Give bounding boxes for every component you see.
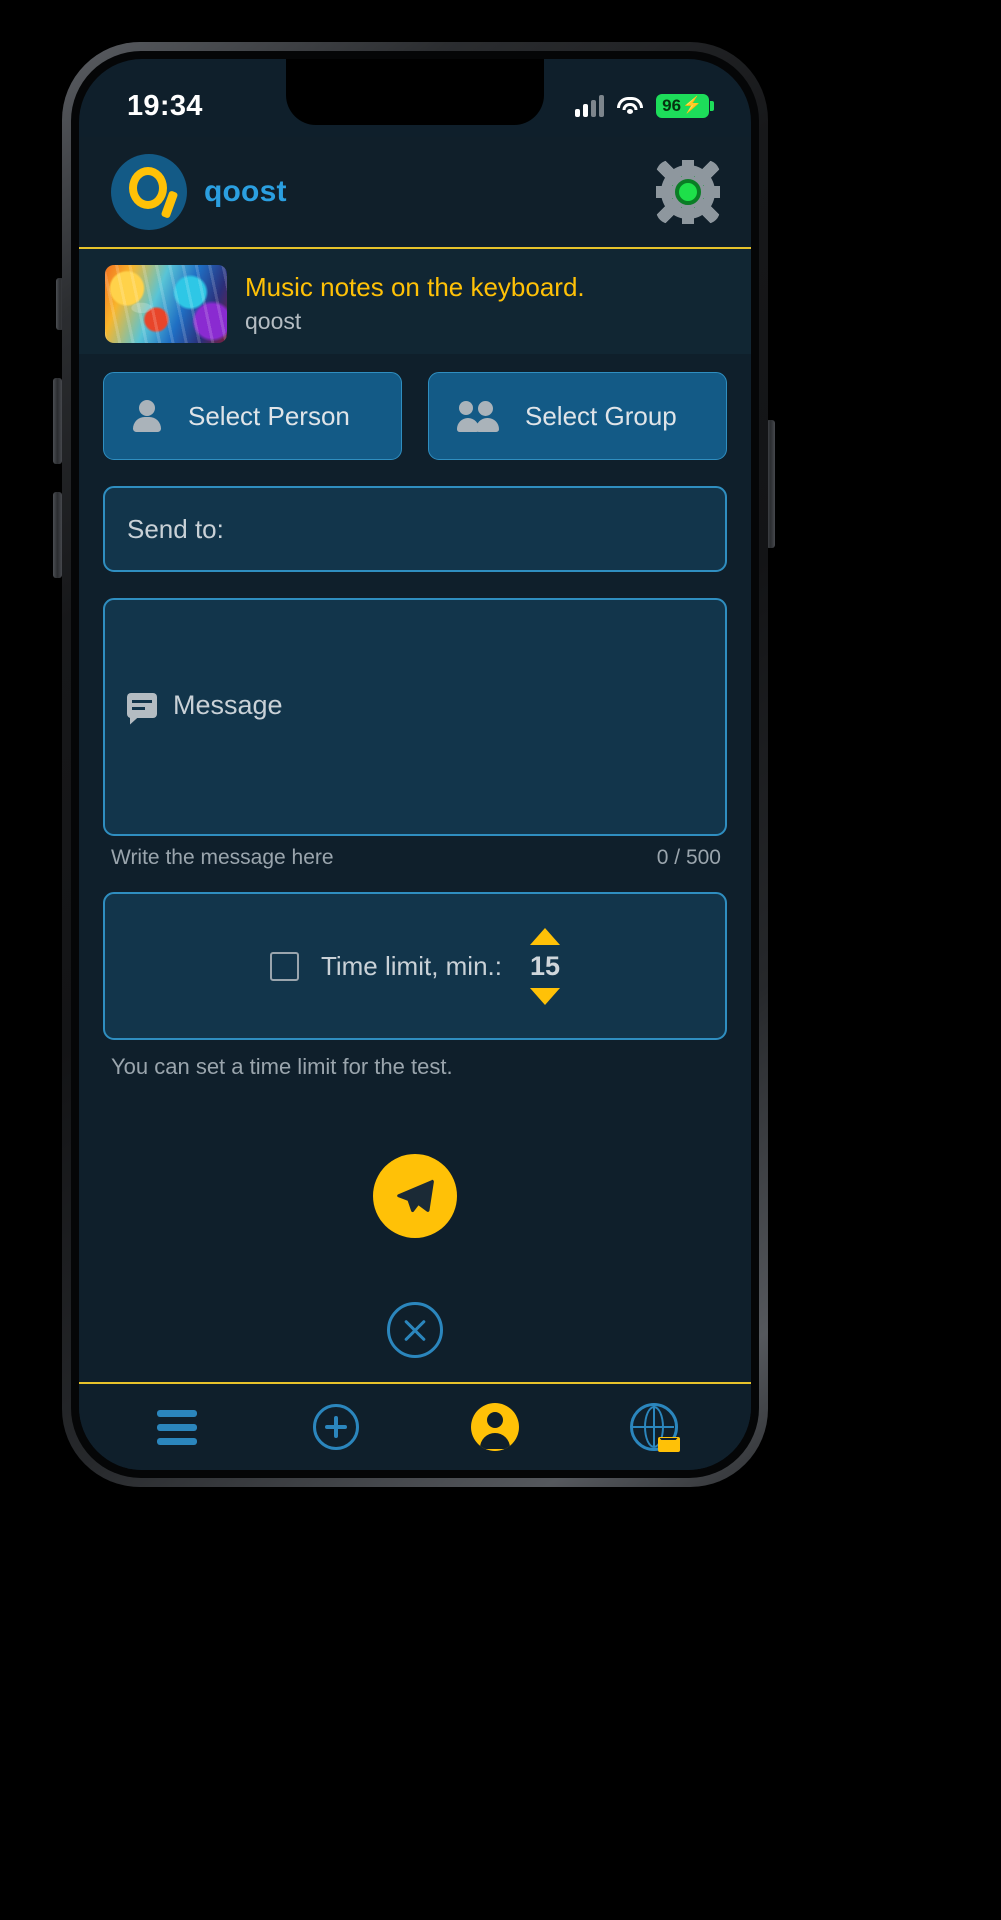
chat-bubble-icon	[127, 692, 157, 718]
cancel-button-wrap	[103, 1302, 727, 1358]
message-helper-text: Write the message here	[111, 846, 334, 869]
triangle-down-icon[interactable]	[530, 987, 561, 1005]
message-counter: 0 / 500	[656, 846, 721, 869]
select-person-label: Select Person	[188, 400, 350, 431]
status-time: 19:34	[127, 89, 203, 122]
profile-avatar-icon	[470, 1403, 519, 1451]
nav-menu-button[interactable]	[141, 1397, 213, 1457]
nav-mail-button[interactable]	[618, 1397, 690, 1457]
phone-notch	[286, 59, 544, 125]
nav-add-button[interactable]	[300, 1397, 372, 1457]
content-card-title: Music notes on the keyboard.	[245, 271, 585, 302]
wifi-icon	[617, 96, 644, 116]
screenshot-root: 19:34 96 ⚡ qoost Music notes on the keyb…	[0, 0, 1001, 1920]
message-input[interactable]: Message	[103, 598, 727, 836]
globe-mail-icon	[629, 1403, 680, 1452]
content-card[interactable]: Music notes on the keyboard. qoost	[79, 249, 751, 359]
time-limit-label: Time limit, min.:	[320, 950, 502, 981]
send-button-wrap	[103, 1154, 727, 1238]
brand[interactable]: qoost	[111, 154, 287, 230]
recipient-buttons-row: Select Person Select Group	[103, 372, 727, 460]
bottom-nav	[79, 1382, 751, 1470]
content-card-wrap: Music notes on the keyboard. qoost	[79, 247, 751, 361]
close-circle-icon[interactable]	[387, 1302, 443, 1358]
send-to-label: Send to:	[127, 513, 224, 544]
battery-indicator: 96 ⚡	[656, 94, 714, 118]
person-icon	[132, 400, 162, 432]
brand-name: qoost	[204, 175, 287, 208]
triangle-up-icon[interactable]	[530, 927, 561, 945]
status-icons: 96 ⚡	[575, 94, 714, 118]
group-icon	[457, 400, 499, 432]
content-card-subtitle: qoost	[245, 308, 302, 335]
select-group-label: Select Group	[525, 400, 677, 431]
select-group-button[interactable]: Select Group	[428, 372, 727, 460]
phone-screen: 19:34 96 ⚡ qoost Music notes on the keyb…	[79, 59, 751, 1470]
qoost-logo-icon	[111, 154, 187, 230]
share-form: Select Person Select Group Send to: Mess…	[79, 354, 751, 1382]
app-header: qoost	[79, 137, 751, 247]
send-to-input[interactable]: Send to:	[103, 486, 727, 572]
content-card-meta: Music notes on the keyboard. qoost	[245, 273, 585, 336]
battery-level: 96	[662, 96, 682, 115]
message-helper-row: Write the message here 0 / 500	[103, 836, 727, 870]
select-person-button[interactable]: Select Person	[103, 372, 402, 460]
plus-circle-icon	[312, 1404, 359, 1450]
message-placeholder: Message	[173, 689, 283, 720]
music-artwork-thumbnail	[105, 265, 227, 343]
hamburger-menu-icon	[156, 1409, 197, 1445]
phone-volume-up-button[interactable]	[53, 378, 62, 464]
time-limit-row[interactable]: Time limit, min.: 15	[103, 892, 727, 1040]
paper-plane-icon	[393, 1174, 437, 1218]
time-limit-checkbox[interactable]	[269, 951, 299, 981]
time-limit-value: 15	[530, 950, 561, 981]
battery-charging-icon: ⚡	[682, 97, 702, 114]
phone-frame: 19:34 96 ⚡ qoost Music notes on the keyb…	[62, 42, 768, 1487]
phone-volume-down-button[interactable]	[53, 492, 62, 578]
signal-bars-icon	[575, 95, 605, 117]
time-limit-stepper[interactable]: 15	[530, 927, 561, 1005]
time-limit-note: You can set a time limit for the test.	[111, 1054, 453, 1079]
nav-profile-button[interactable]	[459, 1397, 531, 1457]
phone-bezel: 19:34 96 ⚡ qoost Music notes on the keyb…	[71, 51, 759, 1478]
gear-icon[interactable]	[656, 160, 720, 224]
send-button[interactable]	[373, 1154, 457, 1238]
